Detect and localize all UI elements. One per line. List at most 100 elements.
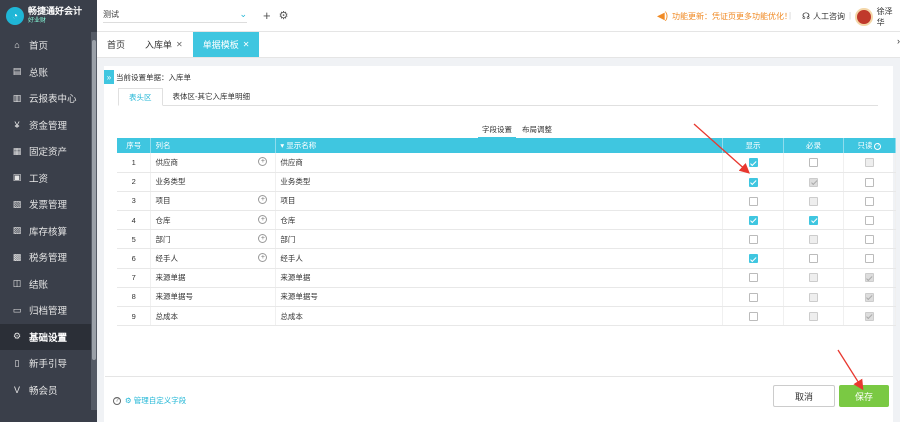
readonly-checkbox[interactable] — [864, 235, 874, 245]
row-required-cell — [783, 306, 844, 327]
tab-1[interactable]: 入库单 ✕ — [135, 32, 193, 57]
divider: | — [789, 11, 792, 20]
area-tab-1[interactable]: 表体区-其它入库单明细 — [163, 88, 261, 105]
sidebar-item-12[interactable]: ▯ 新手引导 — [0, 350, 97, 377]
add-icon[interactable]: + — [263, 8, 271, 23]
sidebar-item-label: 发票管理 — [29, 200, 68, 212]
row-readonly-cell — [843, 287, 897, 308]
sidebar-item-7[interactable]: ▨ 库存核算 — [0, 218, 97, 245]
user-menu[interactable]: 徐泽华 — [855, 6, 900, 28]
sidebar-item-5[interactable]: ▣ 工资 — [0, 165, 97, 192]
row-column-name: 部门 + — [150, 229, 277, 250]
row-display-name[interactable]: 来源单据 — [275, 268, 724, 288]
manage-custom-fields-link[interactable]: ? ⚙ 管理自定义字段 — [113, 395, 186, 406]
row-display-name[interactable]: 业务类型 — [275, 172, 724, 192]
row-no: 7 — [117, 268, 152, 288]
sidebar: ◔ 畅捷通好会计 好业财 ⌂ 首页 ▤ 总账 ▥ 云报表中心 ¥ 资金管理 ▦ 固定资产 ▣ 工资 ▧ 发… — [0, 0, 97, 422]
sidebar-nav: ⌂ 首页 ▤ 总账 ▥ 云报表中心 ¥ 资金管理 ▦ 固定资产 ▣ 工资 ▧ 发票管理 ▨ 库存核算 ▩ 税务管理… — [0, 32, 97, 403]
required-checkbox[interactable] — [809, 215, 818, 225]
sidebar-item-6[interactable]: ▧ 发票管理 — [0, 191, 97, 218]
sidebar-item-0[interactable]: ⌂ 首页 — [0, 32, 97, 59]
show-checkbox[interactable] — [748, 196, 758, 206]
row-column-label: 仓库 — [155, 215, 171, 225]
show-checkbox[interactable] — [748, 254, 758, 264]
row-show-cell — [722, 172, 785, 192]
row-column-label: 项目 — [155, 196, 171, 206]
help-icon[interactable]: ? — [874, 142, 882, 150]
show-checkbox[interactable] — [748, 311, 758, 321]
top-bar: 测试 ⌄ + ⚙ ◀) 功能更新：凭证页更多功能优化！ | ☊ 人工咨询 | 徐… — [97, 0, 900, 32]
money-icon: ¥ — [14, 119, 20, 130]
sidebar-item-1[interactable]: ▤ 总账 — [0, 59, 97, 86]
save-button[interactable]: 保存 — [839, 385, 889, 407]
readonly-checkbox[interactable] — [864, 196, 874, 206]
sidebar-item-label: 固定资产 — [29, 147, 68, 159]
speaker-icon: ◀) — [657, 11, 669, 22]
sidebar-item-13[interactable]: V 畅会员 — [0, 377, 97, 404]
add-circle-icon[interactable]: + — [258, 233, 268, 243]
close-icon[interactable]: ✕ — [176, 40, 183, 49]
area-tab-0[interactable]: 表头区 — [118, 88, 163, 106]
table-row: 1 供应商 + 供应商 — [117, 153, 897, 173]
sub-tab-0[interactable]: 字段设置 — [478, 124, 516, 139]
row-column-name: 项目 + — [150, 191, 277, 212]
row-display-name[interactable]: 供应商 — [275, 153, 724, 173]
close-icon[interactable]: ✕ — [243, 40, 250, 49]
show-checkbox[interactable] — [748, 292, 758, 302]
row-display-name[interactable]: 项目 — [275, 191, 724, 212]
invoice-icon: ▧ — [12, 198, 22, 209]
update-notice-text: 功能更新：凭证页更多功能优化！ — [672, 12, 793, 21]
app-logo[interactable]: ◔ 畅捷通好会计 好业财 — [0, 0, 97, 32]
sidebar-item-4[interactable]: ▦ 固定资产 — [0, 138, 97, 165]
header-display-name[interactable]: ▾ 显示名称 — [275, 138, 724, 153]
add-circle-icon[interactable]: + — [258, 253, 268, 263]
row-readonly-cell — [843, 306, 897, 327]
tab-0[interactable]: 首页 — [97, 32, 135, 57]
readonly-checkbox[interactable] — [864, 215, 874, 225]
sidebar-item-3[interactable]: ¥ 资金管理 — [0, 112, 97, 139]
sidebar-item-9[interactable]: ◫ 结账 — [0, 271, 97, 298]
readonly-checkbox[interactable] — [864, 254, 874, 264]
sidebar-item-8[interactable]: ▩ 税务管理 — [0, 244, 97, 271]
sidebar-item-10[interactable]: ▭ 归档管理 — [0, 297, 97, 324]
company-select[interactable]: 测试 ⌄ — [103, 9, 247, 23]
add-circle-icon[interactable]: + — [258, 214, 268, 224]
gear-icon[interactable]: ⚙ — [279, 9, 289, 22]
row-required-cell — [783, 229, 844, 250]
add-circle-icon[interactable]: + — [258, 195, 268, 205]
update-notice[interactable]: ◀) 功能更新：凭证页更多功能优化！ — [657, 11, 792, 22]
readonly-checkbox — [864, 158, 874, 168]
expand-icon[interactable]: » — [104, 70, 114, 84]
row-display-name[interactable]: 来源单据号 — [275, 287, 724, 308]
readonly-checkbox[interactable] — [864, 177, 874, 187]
show-checkbox[interactable] — [748, 235, 758, 245]
sidebar-scroll-thumb[interactable] — [92, 40, 96, 360]
add-circle-icon[interactable]: + — [258, 156, 268, 166]
show-checkbox[interactable] — [748, 273, 758, 283]
sidebar-item-2[interactable]: ▥ 云报表中心 — [0, 85, 97, 112]
tab-2[interactable]: 单据模板 ✕ — [192, 32, 260, 57]
show-checkbox[interactable] — [748, 158, 758, 168]
row-no: 2 — [117, 172, 152, 192]
row-display-name[interactable]: 部门 — [275, 229, 724, 250]
row-display-name[interactable]: 经手人 — [275, 248, 724, 269]
support-button[interactable]: ☊ 人工咨询 — [802, 11, 845, 22]
row-no: 9 — [117, 306, 152, 327]
row-required-cell — [783, 287, 844, 308]
required-checkbox[interactable] — [809, 254, 818, 264]
sidebar-item-11[interactable]: ⚙ 基础设置 — [0, 323, 97, 350]
cancel-button[interactable]: 取消 — [773, 385, 835, 407]
manage-custom-fields-label: 管理自定义字段 — [133, 396, 187, 405]
row-display-name[interactable]: 仓库 — [275, 210, 724, 231]
sub-tab-1[interactable]: 布局调整 — [518, 124, 556, 139]
row-display-name[interactable]: 总成本 — [275, 306, 724, 327]
show-checkbox[interactable] — [748, 215, 758, 225]
question-icon: ? — [113, 396, 121, 405]
required-checkbox[interactable] — [809, 158, 818, 168]
sidebar-item-label: 工资 — [29, 173, 49, 185]
show-checkbox[interactable] — [748, 177, 758, 187]
logo-icon: ◔ — [6, 7, 24, 25]
header-required: 必录 — [783, 138, 844, 153]
sidebar-item-label: 基础设置 — [29, 332, 68, 344]
salary-icon: ▣ — [12, 172, 22, 183]
